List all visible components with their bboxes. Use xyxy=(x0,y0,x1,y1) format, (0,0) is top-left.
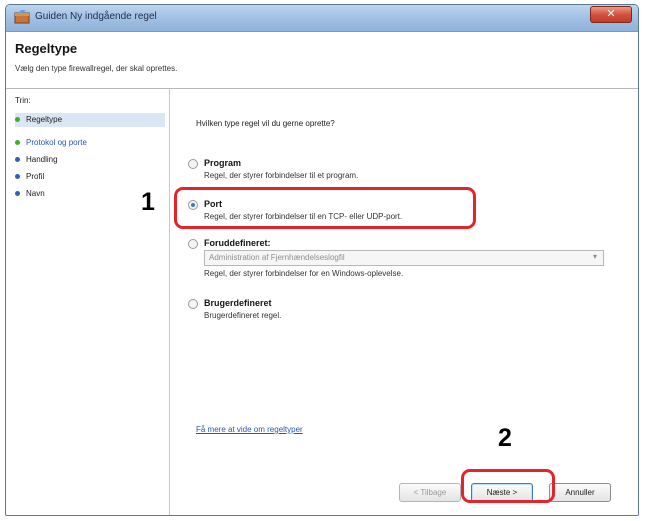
option-description: Brugerdefineret regel. xyxy=(204,311,282,320)
cancel-button[interactable]: Annuller xyxy=(549,483,611,502)
step-profil[interactable]: Profil xyxy=(15,170,165,184)
radio-predefined[interactable] xyxy=(188,239,198,249)
window-title: Guiden Ny indgående regel xyxy=(35,11,157,22)
option-description: Regel, der styrer forbindelser til et pr… xyxy=(204,171,359,180)
step-label: Handling xyxy=(26,155,58,164)
step-bullet-icon xyxy=(15,157,20,163)
steps-panel: Trin: Regeltype Protokol og porte Handli… xyxy=(6,89,170,515)
close-icon: ✕ xyxy=(606,8,616,20)
back-button[interactable]: < Tilbage xyxy=(399,483,461,502)
step-label: Profil xyxy=(26,172,45,181)
wizard-header: Regeltype Vælg den type firewallregel, d… xyxy=(6,32,638,89)
option-title: Brugerdefineret xyxy=(204,298,272,308)
option-title: Program xyxy=(204,158,242,168)
page-subtitle: Vælg den type firewallregel, der skal op… xyxy=(15,64,178,73)
option-custom[interactable]: Brugerdefineret Brugerdefineret regel. xyxy=(188,298,598,324)
close-button[interactable]: ✕ xyxy=(590,6,632,23)
callout-number-1: 1 xyxy=(141,188,155,216)
option-title: Foruddefineret: xyxy=(204,238,271,248)
radio-custom[interactable] xyxy=(188,299,198,309)
step-bullet-icon xyxy=(15,117,20,123)
callout-number-2: 2 xyxy=(498,424,512,452)
select-value: Administration af Fjernhændelseslogfil xyxy=(209,253,345,262)
help-link[interactable]: Få mere at vide om regeltyper xyxy=(196,425,303,434)
title-bar: Guiden Ny indgående regel ✕ xyxy=(6,5,638,32)
option-description: Regel, der styrer forbindelser for en Wi… xyxy=(204,269,404,278)
step-handling[interactable]: Handling xyxy=(15,153,165,167)
option-program[interactable]: Program Regel, der styrer forbindelser t… xyxy=(188,158,598,184)
step-label: Protokol og porte xyxy=(26,138,87,147)
step-label: Navn xyxy=(26,189,45,198)
radio-program[interactable] xyxy=(188,159,198,169)
step-bullet-icon xyxy=(15,140,20,146)
predefined-rule-select[interactable]: Administration af Fjernhændelseslogfil ▾ xyxy=(204,250,604,266)
option-predefined[interactable]: Foruddefineret: Administration af Fjernh… xyxy=(188,238,604,288)
steps-heading: Trin: xyxy=(15,96,31,105)
rule-type-question: Hvilken type regel vil du gerne oprette? xyxy=(196,119,335,128)
step-label: Regeltype xyxy=(26,115,63,124)
firewall-app-icon xyxy=(14,10,30,24)
page-title: Regeltype xyxy=(15,41,78,56)
step-bullet-icon xyxy=(15,174,20,180)
wizard-window: Guiden Ny indgående regel ✕ Regeltype Væ… xyxy=(5,4,639,516)
callout-box-next-button xyxy=(461,469,555,503)
step-bullet-icon xyxy=(15,191,20,197)
chevron-down-icon: ▾ xyxy=(592,252,597,261)
step-regeltype[interactable]: Regeltype xyxy=(15,113,165,127)
callout-box-port-option xyxy=(174,187,476,229)
content-panel: Hvilken type regel vil du gerne oprette?… xyxy=(170,89,638,515)
step-protokol-og-porte[interactable]: Protokol og porte xyxy=(15,136,165,150)
